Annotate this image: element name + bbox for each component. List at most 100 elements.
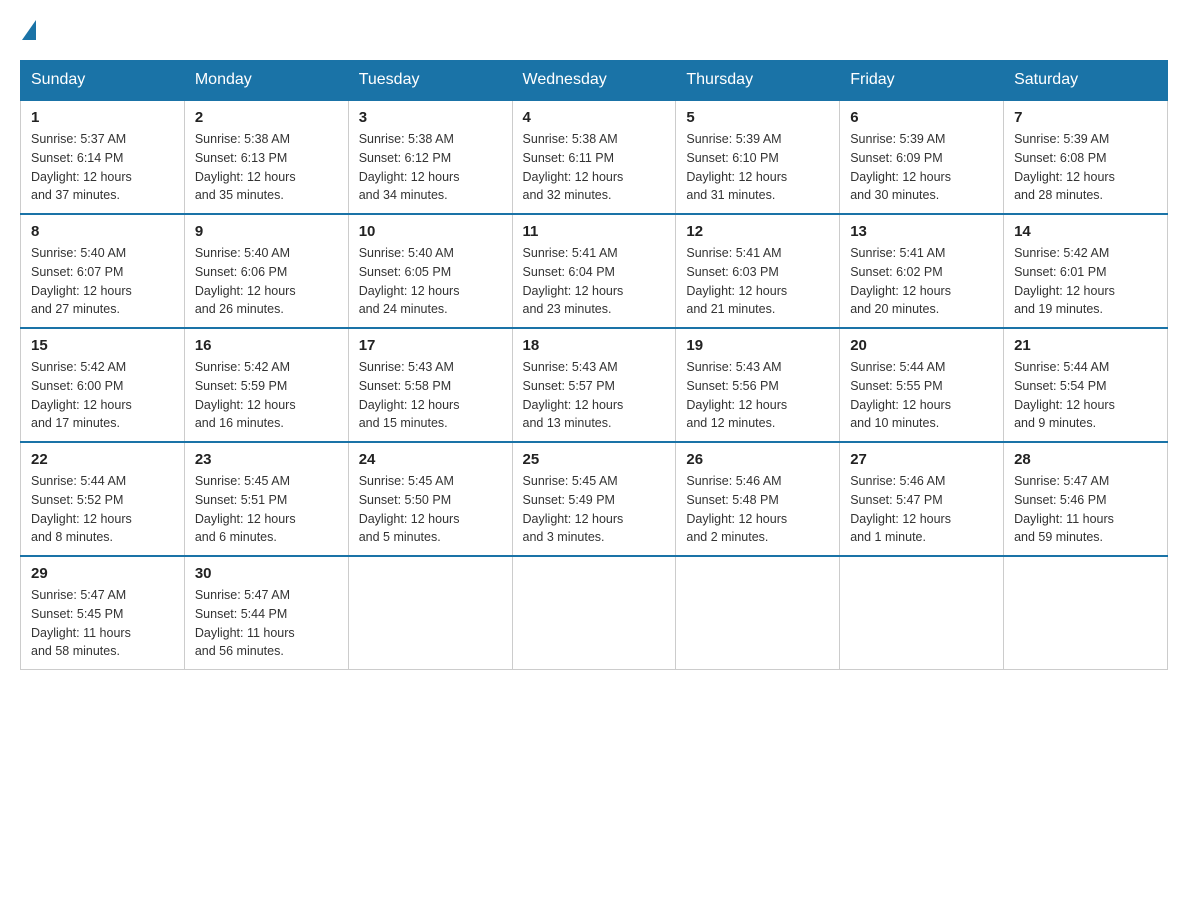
day-info: Sunrise: 5:46 AMSunset: 5:48 PMDaylight:… (686, 472, 829, 547)
day-info: Sunrise: 5:41 AMSunset: 6:03 PMDaylight:… (686, 244, 829, 319)
calendar-day-cell: 5 Sunrise: 5:39 AMSunset: 6:10 PMDaylight… (676, 100, 840, 214)
calendar-day-cell (676, 556, 840, 670)
day-info: Sunrise: 5:47 AMSunset: 5:45 PMDaylight:… (31, 586, 174, 661)
day-number: 3 (359, 109, 502, 126)
day-number: 13 (850, 223, 993, 240)
day-info: Sunrise: 5:41 AMSunset: 6:04 PMDaylight:… (523, 244, 666, 319)
day-number: 11 (523, 223, 666, 240)
day-number: 23 (195, 451, 338, 468)
calendar-day-cell: 24 Sunrise: 5:45 AMSunset: 5:50 PMDayligh… (348, 442, 512, 556)
calendar-day-cell: 3 Sunrise: 5:38 AMSunset: 6:12 PMDaylight… (348, 100, 512, 214)
day-info: Sunrise: 5:39 AMSunset: 6:10 PMDaylight:… (686, 130, 829, 205)
day-info: Sunrise: 5:47 AMSunset: 5:46 PMDaylight:… (1014, 472, 1157, 547)
calendar-day-cell: 2 Sunrise: 5:38 AMSunset: 6:13 PMDaylight… (184, 100, 348, 214)
day-number: 10 (359, 223, 502, 240)
day-number: 2 (195, 109, 338, 126)
day-info: Sunrise: 5:44 AMSunset: 5:54 PMDaylight:… (1014, 358, 1157, 433)
day-info: Sunrise: 5:47 AMSunset: 5:44 PMDaylight:… (195, 586, 338, 661)
calendar-day-cell: 23Sunrise: 5:45 AMSunset: 5:51 PMDayligh… (184, 442, 348, 556)
calendar-table: SundayMondayTuesdayWednesdayThursdayFrid… (20, 60, 1168, 670)
calendar-day-cell: 16 Sunrise: 5:42 AMSunset: 5:59 PMDayligh… (184, 328, 348, 442)
day-number: 5 (686, 109, 829, 126)
weekday-header-tuesday: Tuesday (348, 61, 512, 101)
day-info: Sunrise: 5:45 AMSunset: 5:49 PMDaylight:… (523, 472, 666, 547)
weekday-header-wednesday: Wednesday (512, 61, 676, 101)
day-info: Sunrise: 5:38 AMSunset: 6:12 PMDaylight:… (359, 130, 502, 205)
weekday-header-monday: Monday (184, 61, 348, 101)
calendar-week-row: 8 Sunrise: 5:40 AMSunset: 6:07 PMDaylight… (21, 214, 1168, 328)
calendar-day-cell: 12 Sunrise: 5:41 AMSunset: 6:03 PMDayligh… (676, 214, 840, 328)
calendar-day-cell (1004, 556, 1168, 670)
day-number: 6 (850, 109, 993, 126)
weekday-header-friday: Friday (840, 61, 1004, 101)
calendar-week-row: 29Sunrise: 5:47 AMSunset: 5:45 PMDayligh… (21, 556, 1168, 670)
calendar-week-row: 15 Sunrise: 5:42 AMSunset: 6:00 PMDayligh… (21, 328, 1168, 442)
calendar-day-cell: 14Sunrise: 5:42 AMSunset: 6:01 PMDayligh… (1004, 214, 1168, 328)
calendar-day-cell: 26 Sunrise: 5:46 AMSunset: 5:48 PMDayligh… (676, 442, 840, 556)
day-info: Sunrise: 5:40 AMSunset: 6:07 PMDaylight:… (31, 244, 174, 319)
day-info: Sunrise: 5:38 AMSunset: 6:13 PMDaylight:… (195, 130, 338, 205)
day-info: Sunrise: 5:40 AMSunset: 6:06 PMDaylight:… (195, 244, 338, 319)
day-number: 20 (850, 337, 993, 354)
day-number: 15 (31, 337, 174, 354)
day-info: Sunrise: 5:39 AMSunset: 6:08 PMDaylight:… (1014, 130, 1157, 205)
weekday-header-thursday: Thursday (676, 61, 840, 101)
day-number: 12 (686, 223, 829, 240)
day-number: 26 (686, 451, 829, 468)
day-number: 4 (523, 109, 666, 126)
calendar-day-cell: 25 Sunrise: 5:45 AMSunset: 5:49 PMDayligh… (512, 442, 676, 556)
day-number: 21 (1014, 337, 1157, 354)
day-number: 9 (195, 223, 338, 240)
calendar-day-cell: 10 Sunrise: 5:40 AMSunset: 6:05 PMDayligh… (348, 214, 512, 328)
calendar-day-cell: 30 Sunrise: 5:47 AMSunset: 5:44 PMDayligh… (184, 556, 348, 670)
day-info: Sunrise: 5:43 AMSunset: 5:57 PMDaylight:… (523, 358, 666, 433)
day-info: Sunrise: 5:40 AMSunset: 6:05 PMDaylight:… (359, 244, 502, 319)
weekday-header-saturday: Saturday (1004, 61, 1168, 101)
calendar-day-cell: 7 Sunrise: 5:39 AMSunset: 6:08 PMDaylight… (1004, 100, 1168, 214)
weekday-header-row: SundayMondayTuesdayWednesdayThursdayFrid… (21, 61, 1168, 101)
day-info: Sunrise: 5:42 AMSunset: 6:01 PMDaylight:… (1014, 244, 1157, 319)
calendar-day-cell: 8 Sunrise: 5:40 AMSunset: 6:07 PMDaylight… (21, 214, 185, 328)
day-info: Sunrise: 5:37 AMSunset: 6:14 PMDaylight:… (31, 130, 174, 205)
day-number: 28 (1014, 451, 1157, 468)
day-info: Sunrise: 5:45 AMSunset: 5:50 PMDaylight:… (359, 472, 502, 547)
calendar-week-row: 1 Sunrise: 5:37 AMSunset: 6:14 PMDaylight… (21, 100, 1168, 214)
day-number: 8 (31, 223, 174, 240)
calendar-day-cell: 28 Sunrise: 5:47 AMSunset: 5:46 PMDayligh… (1004, 442, 1168, 556)
day-number: 1 (31, 109, 174, 126)
calendar-day-cell: 18 Sunrise: 5:43 AMSunset: 5:57 PMDayligh… (512, 328, 676, 442)
calendar-day-cell: 17 Sunrise: 5:43 AMSunset: 5:58 PMDayligh… (348, 328, 512, 442)
day-info: Sunrise: 5:44 AMSunset: 5:55 PMDaylight:… (850, 358, 993, 433)
calendar-day-cell: 15 Sunrise: 5:42 AMSunset: 6:00 PMDayligh… (21, 328, 185, 442)
day-info: Sunrise: 5:43 AMSunset: 5:58 PMDaylight:… (359, 358, 502, 433)
day-number: 7 (1014, 109, 1157, 126)
day-info: Sunrise: 5:41 AMSunset: 6:02 PMDaylight:… (850, 244, 993, 319)
day-number: 24 (359, 451, 502, 468)
day-number: 17 (359, 337, 502, 354)
day-number: 25 (523, 451, 666, 468)
calendar-day-cell: 4 Sunrise: 5:38 AMSunset: 6:11 PMDaylight… (512, 100, 676, 214)
day-number: 30 (195, 565, 338, 582)
day-info: Sunrise: 5:46 AMSunset: 5:47 PMDaylight:… (850, 472, 993, 547)
day-number: 22 (31, 451, 174, 468)
calendar-week-row: 22 Sunrise: 5:44 AMSunset: 5:52 PMDayligh… (21, 442, 1168, 556)
calendar-day-cell (840, 556, 1004, 670)
page-header (20, 20, 1168, 40)
calendar-day-cell: 20 Sunrise: 5:44 AMSunset: 5:55 PMDayligh… (840, 328, 1004, 442)
weekday-header-sunday: Sunday (21, 61, 185, 101)
calendar-day-cell: 27 Sunrise: 5:46 AMSunset: 5:47 PMDayligh… (840, 442, 1004, 556)
day-number: 27 (850, 451, 993, 468)
day-info: Sunrise: 5:43 AMSunset: 5:56 PMDaylight:… (686, 358, 829, 433)
day-info: Sunrise: 5:39 AMSunset: 6:09 PMDaylight:… (850, 130, 993, 205)
logo-triangle-icon (22, 20, 36, 40)
day-info: Sunrise: 5:44 AMSunset: 5:52 PMDaylight:… (31, 472, 174, 547)
day-info: Sunrise: 5:42 AMSunset: 6:00 PMDaylight:… (31, 358, 174, 433)
day-info: Sunrise: 5:42 AMSunset: 5:59 PMDaylight:… (195, 358, 338, 433)
calendar-day-cell: 22 Sunrise: 5:44 AMSunset: 5:52 PMDayligh… (21, 442, 185, 556)
calendar-day-cell (512, 556, 676, 670)
calendar-day-cell: 29Sunrise: 5:47 AMSunset: 5:45 PMDayligh… (21, 556, 185, 670)
day-number: 16 (195, 337, 338, 354)
day-number: 18 (523, 337, 666, 354)
calendar-day-cell: 1 Sunrise: 5:37 AMSunset: 6:14 PMDaylight… (21, 100, 185, 214)
day-info: Sunrise: 5:38 AMSunset: 6:11 PMDaylight:… (523, 130, 666, 205)
